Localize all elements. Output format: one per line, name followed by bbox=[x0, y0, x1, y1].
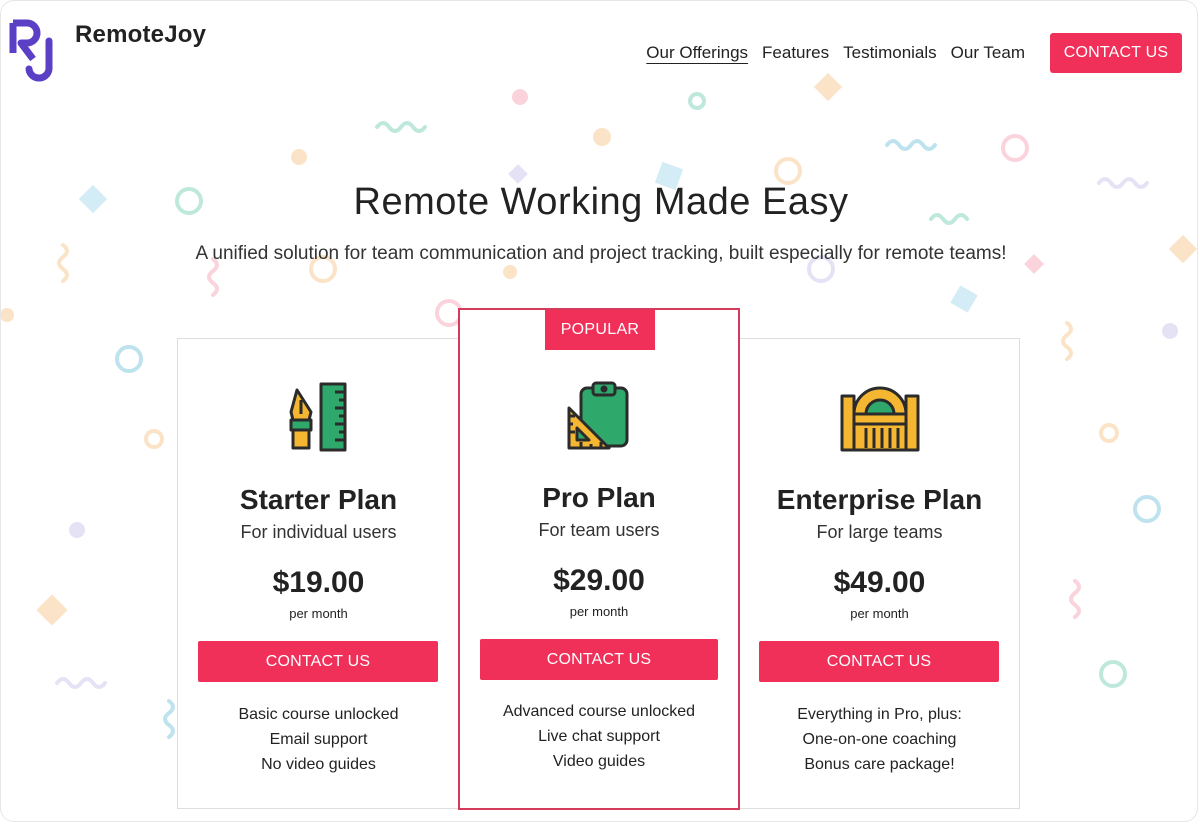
feature-item: Video guides bbox=[552, 753, 646, 770]
main-nav: Our Offerings Features Testimonials Our … bbox=[646, 43, 1025, 63]
feature-item: Basic course unlocked bbox=[238, 706, 399, 723]
plan-period: per month bbox=[289, 606, 348, 621]
feature-item: Advanced course unlocked bbox=[502, 703, 696, 720]
plan-description: For team users bbox=[538, 520, 660, 540]
rj-logo-icon bbox=[9, 19, 53, 82]
plan-price: $49.00 bbox=[833, 566, 926, 599]
feature-item: Bonus care package! bbox=[804, 756, 955, 773]
plan-features: Everything in Pro, plus: One-on-one coac… bbox=[739, 702, 1020, 777]
nav-our-team[interactable]: Our Team bbox=[951, 43, 1025, 63]
brand-name: RemoteJoy bbox=[75, 21, 207, 48]
plan-price: $29.00 bbox=[553, 564, 645, 597]
nav-our-offerings[interactable]: Our Offerings bbox=[646, 43, 748, 63]
feature-item: Email support bbox=[269, 731, 368, 748]
plan-features: Basic course unlocked Email support No v… bbox=[178, 702, 459, 777]
brand-logo[interactable] bbox=[9, 19, 65, 85]
page-frame: RemoteJoy Our Offerings Features Testimo… bbox=[0, 0, 1198, 822]
header-contact-button[interactable]: CONTACT US bbox=[1050, 33, 1182, 73]
nav-features[interactable]: Features bbox=[762, 43, 829, 63]
starter-contact-button[interactable]: CONTACT US bbox=[198, 641, 438, 682]
hero-title: Remote Working Made Easy bbox=[353, 181, 849, 223]
plan-name: Pro Plan bbox=[542, 482, 656, 513]
plan-features: Advanced course unlocked Live chat suppo… bbox=[460, 699, 738, 774]
building-icon bbox=[840, 386, 919, 452]
pro-contact-button[interactable]: CONTACT US bbox=[480, 639, 718, 680]
plan-price: $19.00 bbox=[272, 566, 365, 599]
feature-item: No video guides bbox=[261, 756, 376, 773]
hero-subtitle: A unified solution for team communicatio… bbox=[195, 243, 1007, 264]
plan-name: Starter Plan bbox=[239, 484, 398, 515]
pen-ruler-icon bbox=[289, 382, 346, 452]
plan-description: For large teams bbox=[816, 522, 943, 542]
plan-card-pro: POPULAR Pro Plan For team users $29.00 p… bbox=[458, 308, 740, 810]
plan-description: For individual users bbox=[240, 522, 397, 542]
clipboard-set-square-icon bbox=[567, 381, 629, 450]
nav-testimonials[interactable]: Testimonials bbox=[843, 43, 937, 63]
plan-period: per month bbox=[850, 606, 909, 621]
plan-name: Enterprise Plan bbox=[776, 484, 983, 515]
popular-badge: POPULAR bbox=[545, 310, 655, 350]
enterprise-contact-button[interactable]: CONTACT US bbox=[759, 641, 999, 682]
feature-item: Live chat support bbox=[538, 728, 660, 745]
plan-period: per month bbox=[569, 604, 629, 619]
feature-item: Everything in Pro, plus: bbox=[797, 706, 962, 723]
feature-item: One-on-one coaching bbox=[802, 731, 957, 748]
